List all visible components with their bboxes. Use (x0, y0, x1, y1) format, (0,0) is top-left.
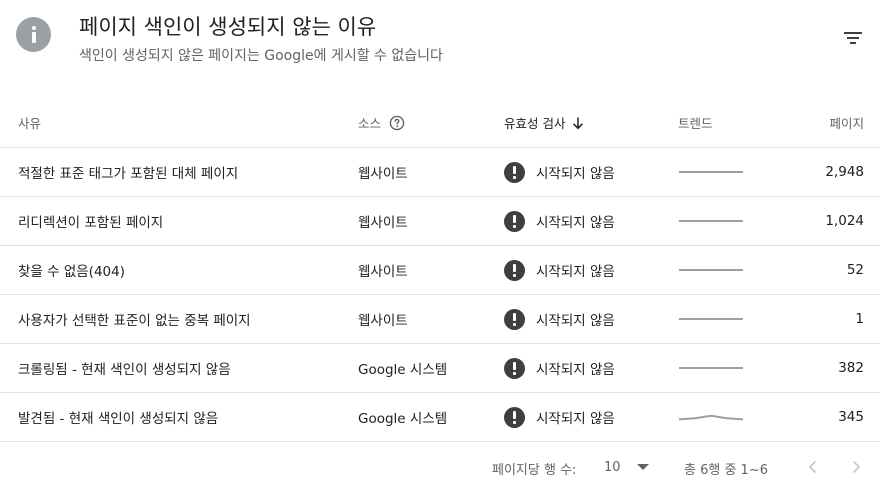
info-icon (16, 17, 51, 52)
dropdown-caret-icon (636, 464, 649, 470)
row-validation: 시작되지 않음 (504, 148, 615, 196)
page-subtitle: 색인이 생성되지 않은 페이지는 Google에 게시할 수 없습니다 (79, 48, 443, 64)
row-pages: 52 (846, 262, 864, 278)
trend-sparkline (679, 269, 743, 271)
trend-sparkline (679, 318, 743, 320)
filter-icon[interactable] (840, 28, 866, 48)
rows-per-page-value: 10 (604, 459, 621, 475)
page-title: 페이지 색인이 생성되지 않는 이유 (79, 15, 377, 39)
trend-sparkline (678, 414, 744, 421)
rows-per-page-label: 페이지당 행 수: (492, 463, 577, 478)
report-header: 페이지 색인이 생성되지 않는 이유 색인이 생성되지 않은 페이지는 Goog… (0, 0, 880, 100)
row-source: Google 시스템 (358, 362, 448, 378)
column-header-reason[interactable]: 사유 (18, 98, 41, 147)
row-validation: 시작되지 않음 (504, 295, 615, 343)
row-source: Google 시스템 (358, 411, 448, 427)
table-row[interactable]: 적절한 표준 태그가 포함된 대체 페이지 웹사이트 시작되지 않음 2,948 (0, 148, 880, 197)
pagination-footer: 페이지당 행 수: 10 총 6행 중 1~6 (0, 447, 880, 484)
row-validation: 시작되지 않음 (504, 246, 615, 294)
alert-icon (504, 210, 525, 232)
row-pages: 1 (855, 311, 864, 327)
row-trend (678, 393, 744, 441)
row-pages: 1,024 (825, 213, 864, 229)
row-reason: 크롤링됨 - 현재 색인이 생성되지 않음 (18, 362, 231, 378)
row-trend (678, 344, 744, 392)
row-pages: 2,948 (825, 164, 864, 180)
table-row[interactable]: 리디렉션이 포함된 페이지 웹사이트 시작되지 않음 1,024 (0, 197, 880, 246)
row-source: 웹사이트 (358, 264, 408, 280)
row-pages: 382 (838, 360, 864, 376)
row-source: 웹사이트 (358, 313, 408, 329)
row-validation: 시작되지 않음 (504, 344, 615, 392)
row-pages: 345 (838, 409, 864, 425)
rows-per-page-select[interactable]: 10 (604, 457, 649, 477)
pagination-range: 총 6행 중 1~6 (684, 463, 768, 478)
chevron-left-icon[interactable] (806, 459, 820, 475)
row-trend (678, 295, 744, 343)
alert-icon (504, 406, 525, 428)
trend-line (678, 414, 744, 421)
table-row[interactable]: 크롤링됨 - 현재 색인이 생성되지 않음 Google 시스템 시작되지 않음 38… (0, 344, 880, 393)
trend-sparkline (679, 367, 743, 369)
sort-down-arrow-icon[interactable] (571, 116, 585, 130)
chevron-right-icon[interactable] (849, 459, 863, 475)
row-trend (678, 246, 744, 294)
column-header-source[interactable]: 소스 (358, 98, 405, 147)
alert-icon (504, 357, 525, 379)
column-header-pages[interactable]: 페이지 (829, 98, 864, 147)
alert-icon (504, 161, 525, 183)
table-row[interactable]: 발견됨 - 현재 색인이 생성되지 않음 Google 시스템 시작되지 않음 345 (0, 393, 880, 442)
row-trend (678, 197, 744, 245)
row-reason: 발견됨 - 현재 색인이 생성되지 않음 (18, 411, 219, 427)
column-header-validation[interactable]: 유효성 검사 (504, 98, 585, 147)
help-icon[interactable] (389, 115, 405, 131)
table-row[interactable]: 사용자가 선택한 표준이 없는 중복 페이지 웹사이트 시작되지 않음 1 (0, 295, 880, 344)
row-trend (678, 148, 744, 196)
row-reason: 적절한 표준 태그가 포함된 대체 페이지 (18, 166, 239, 182)
row-source: 웹사이트 (358, 215, 408, 231)
reasons-table: 사유 소스 유효성 검사 트렌드 페이지 적절한 표준 태그가 포함된 대체 페… (0, 98, 880, 442)
alert-icon (504, 259, 525, 281)
table-header-row: 사유 소스 유효성 검사 트렌드 페이지 (0, 98, 880, 148)
table-row[interactable]: 찾을 수 없음(404) 웹사이트 시작되지 않음 52 (0, 246, 880, 295)
row-validation: 시작되지 않음 (504, 197, 615, 245)
row-reason: 리디렉션이 포함된 페이지 (18, 215, 164, 231)
row-reason: 찾을 수 없음(404) (18, 264, 125, 280)
column-header-trend: 트렌드 (678, 116, 713, 131)
row-validation: 시작되지 않음 (504, 393, 615, 441)
row-source: 웹사이트 (358, 166, 408, 182)
row-reason: 사용자가 선택한 표준이 없는 중복 페이지 (18, 313, 251, 329)
alert-icon (504, 308, 525, 330)
trend-sparkline (679, 220, 743, 222)
trend-sparkline (679, 171, 743, 173)
